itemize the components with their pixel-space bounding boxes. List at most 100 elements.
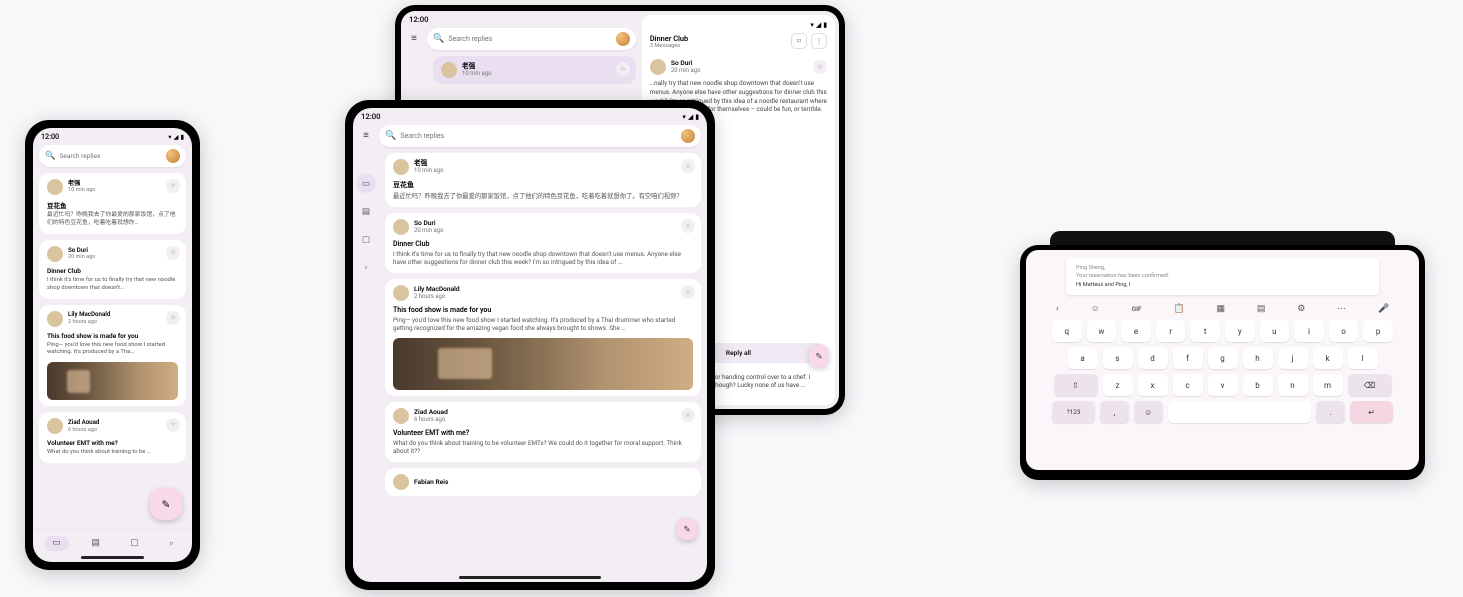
delete-icon[interactable]: ⌑ [791, 33, 807, 49]
mic-icon[interactable]: 🎤 [1378, 304, 1389, 314]
star-icon[interactable]: ☆ [681, 408, 695, 422]
search-field[interactable]: 🔍 [379, 125, 701, 147]
search-icon: 🔍 [385, 131, 396, 141]
thread-card[interactable]: Fabian Reis [385, 468, 701, 496]
key-w[interactable]: w [1087, 320, 1117, 342]
search-input[interactable] [448, 35, 612, 43]
profile-avatar[interactable] [166, 149, 180, 163]
key-p[interactable]: p [1363, 320, 1393, 342]
star-icon[interactable]: ☆ [166, 246, 180, 260]
theme-icon[interactable]: ▤ [1257, 304, 1265, 314]
detail-subtitle: 3 Messages [650, 43, 688, 49]
clipboard-icon[interactable]: 📋 [1174, 304, 1185, 314]
thread-list[interactable]: 老强 10 min ago ☆ 豆花鱼 最近忙吗？昨晚我去了你最爱的那家饭馆，点… [379, 153, 707, 574]
key-k[interactable]: k [1313, 347, 1343, 369]
back-icon[interactable]: ‹ [1056, 304, 1059, 314]
star-icon[interactable]: ☆ [681, 159, 695, 173]
key-l[interactable]: l [1348, 347, 1378, 369]
thread-card[interactable]: Lily MacDonald 2 hours ago ☆ This food s… [385, 279, 701, 396]
key-n[interactable]: n [1278, 374, 1308, 396]
compose-button[interactable]: ✎ [677, 518, 697, 540]
tabletop-screen: Ping Sheng, Your reservation has been co… [1026, 250, 1419, 470]
gesture-handle[interactable] [81, 556, 145, 559]
key-backspace[interactable]: ⌫ [1348, 374, 1392, 396]
key-emoji[interactable]: ☺ [1134, 401, 1163, 423]
key-x[interactable]: x [1138, 374, 1168, 396]
key-m[interactable]: m [1313, 374, 1343, 396]
profile-avatar[interactable] [616, 32, 630, 46]
star-icon[interactable]: ☆ [681, 219, 695, 233]
thread-card[interactable]: Ziad Aouad 6 hours ago ☆ Volunteer EMT w… [385, 402, 701, 462]
thread-card[interactable]: So Duri 20 min ago ☆ Dinner Club I think… [385, 213, 701, 273]
key-enter[interactable]: ↵ [1350, 401, 1393, 423]
tablet-screen: 12:00 ▾ ◢ ▮ ≡ 🔍 ✎ ▭ ▤ ▢ ▫ [353, 108, 707, 582]
key-symbols[interactable]: ?123 [1052, 401, 1095, 423]
compose-fab[interactable]: ✎ [150, 488, 182, 520]
nav-chat[interactable]: ▢ [122, 536, 147, 551]
key-shift[interactable]: ⇧ [1054, 374, 1098, 396]
thread-card[interactable]: So Duri 20 min ago ☆ Dinner Club I think… [39, 240, 186, 299]
nav-articles[interactable]: ▤ [83, 536, 108, 551]
gear-icon[interactable]: ⚙ [1297, 304, 1305, 314]
key-v[interactable]: v [1208, 374, 1238, 396]
key-h[interactable]: h [1243, 347, 1273, 369]
key-space[interactable] [1168, 401, 1312, 423]
sent-time: 20 min ago [414, 227, 693, 234]
star-icon[interactable]: ☆ [813, 60, 827, 74]
key-r[interactable]: r [1156, 320, 1186, 342]
key-e[interactable]: e [1121, 320, 1151, 342]
thread-title: Volunteer EMT with me? [47, 439, 178, 447]
nav-articles[interactable]: ▤ [356, 201, 376, 221]
nav-chat[interactable]: ▢ [356, 229, 376, 249]
thread-list[interactable]: 老强 10 min ago ☆ 豆花鱼 最近忙吗？昨晚我去了你最爱的那家饭馆，点… [33, 173, 192, 529]
thread-card[interactable]: 老强 10 min ago ☆ 豆花鱼 最近忙吗？昨晚我去了你最爱的那家饭馆，点… [39, 173, 186, 234]
more-icon[interactable]: ⋮ [811, 33, 827, 49]
star-icon[interactable]: ☆ [166, 311, 180, 325]
star-icon[interactable]: ☆ [616, 62, 630, 76]
sender-name: 老强 [68, 180, 178, 187]
gif-button[interactable]: GIF [1132, 305, 1142, 313]
key-q[interactable]: q [1052, 320, 1082, 342]
sticker-icon[interactable]: ☺ [1091, 303, 1100, 314]
key-t[interactable]: t [1190, 320, 1220, 342]
search-input[interactable] [60, 152, 162, 160]
key-s[interactable]: s [1103, 347, 1133, 369]
settings-icon[interactable]: ▦ [1217, 304, 1225, 314]
key-f[interactable]: f [1173, 347, 1203, 369]
key-c[interactable]: c [1173, 374, 1203, 396]
key-g[interactable]: g [1208, 347, 1238, 369]
nav-video[interactable]: ▫ [356, 257, 376, 277]
more-icon[interactable]: ⋯ [1337, 304, 1346, 314]
menu-icon[interactable]: ≡ [407, 34, 421, 44]
search-field[interactable]: 🔍 [39, 145, 186, 167]
key-u[interactable]: u [1260, 320, 1290, 342]
key-b[interactable]: b [1243, 374, 1273, 396]
nav-inbox[interactable]: ▭ [44, 536, 69, 551]
search-field[interactable]: 🔍 [427, 28, 636, 50]
sender-name: 老强 [462, 62, 628, 70]
thread-card[interactable]: Ziad Aouad 6 hours ago ☆ Volunteer EMT w… [39, 412, 186, 463]
key-z[interactable]: z [1103, 374, 1133, 396]
key-comma[interactable]: , [1100, 401, 1129, 423]
gesture-handle[interactable] [459, 576, 601, 579]
key-j[interactable]: j [1278, 347, 1308, 369]
key-o[interactable]: o [1329, 320, 1359, 342]
key-a[interactable]: a [1068, 347, 1098, 369]
profile-avatar[interactable] [681, 129, 695, 143]
thread-card[interactable]: 老强 10 min ago ☆ [433, 56, 636, 84]
thread-card[interactable]: Lily MacDonald 2 hours ago ☆ This food s… [39, 305, 186, 407]
star-icon[interactable]: ☆ [166, 179, 180, 193]
key-i[interactable]: i [1294, 320, 1324, 342]
key-d[interactable]: d [1138, 347, 1168, 369]
status-icons: ▾ ◢ ▮ [682, 113, 699, 121]
pencil-icon: ✎ [162, 498, 171, 511]
nav-video[interactable]: ▫ [161, 536, 180, 551]
sender-avatar [393, 285, 409, 301]
key-period[interactable]: . [1316, 401, 1345, 423]
star-icon[interactable]: ☆ [681, 285, 695, 299]
search-input[interactable] [400, 132, 677, 140]
key-y[interactable]: y [1225, 320, 1255, 342]
thread-card[interactable]: 老强 10 min ago ☆ 豆花鱼 最近忙吗？昨晚我去了你最爱的那家饭馆，点… [385, 153, 701, 207]
nav-inbox[interactable]: ▭ [356, 173, 376, 193]
menu-icon[interactable]: ≡ [359, 131, 373, 141]
